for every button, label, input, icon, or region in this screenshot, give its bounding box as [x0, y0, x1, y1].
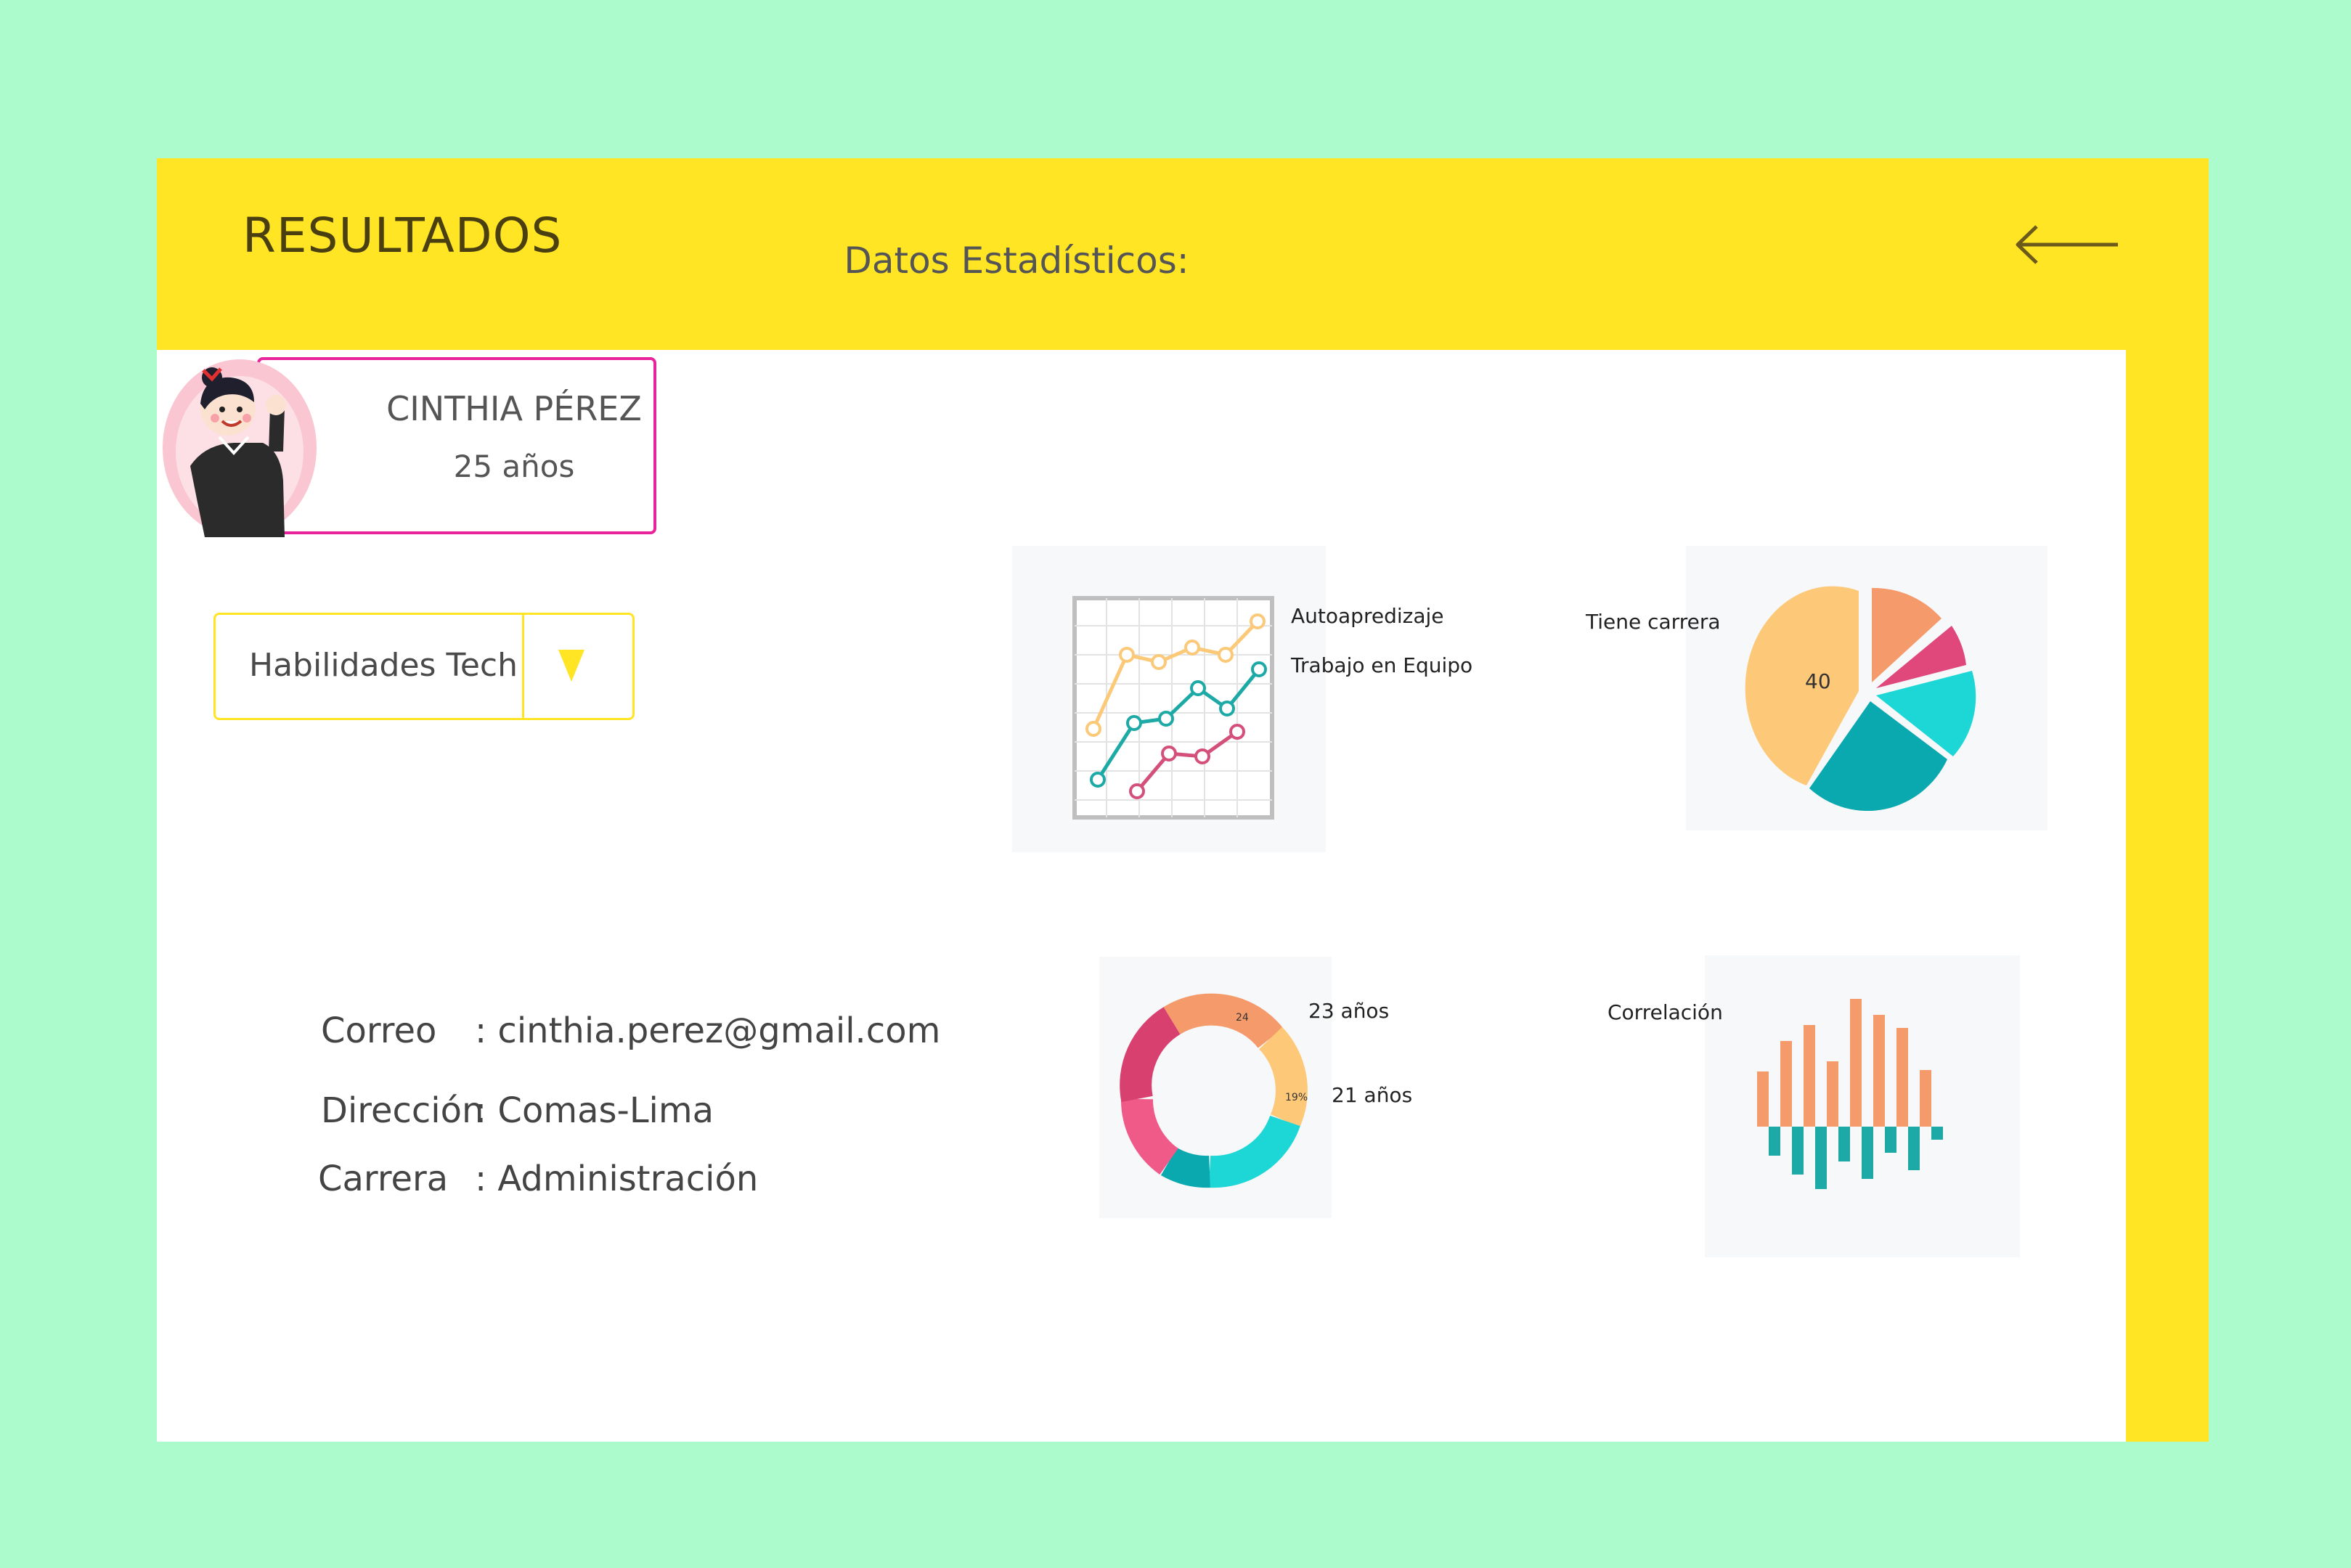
donut-chart-caption-1: 23 años — [1308, 999, 1390, 1023]
section-title: Datos Estadísticos: — [844, 240, 1189, 282]
skills-dropdown[interactable]: Habilidades Tech — [213, 613, 635, 720]
donut-slice-label-1: 24 — [1236, 1012, 1249, 1024]
email-label: Correo — [321, 1010, 437, 1051]
arrow-left-icon — [2016, 225, 2118, 264]
line-chart-image — [1012, 546, 1326, 852]
back-button[interactable] — [2012, 219, 2121, 270]
profile-name: CINTHIA PÉREZ — [386, 389, 642, 428]
profile-age: 25 años — [453, 449, 575, 484]
donut-slice-label-2: 19% — [1285, 1092, 1308, 1103]
donut-chart-image: 24 19% — [1099, 957, 1332, 1218]
email-value: : cinthia.perez@gmail.com — [475, 1010, 941, 1051]
pie-chart-icon: 40 — [1745, 586, 1976, 812]
address-label: Dirección — [321, 1090, 484, 1131]
line-chart-caption-2: Trabajo en Equipo — [1291, 653, 1473, 677]
donut-chart-icon: 24 19% — [1120, 993, 1308, 1188]
career-value: : Administración — [475, 1159, 759, 1199]
skills-dropdown-value: Habilidades Tech — [249, 647, 518, 684]
career-label: Carrera — [318, 1159, 449, 1199]
pie-chart-caption: Tiene carrera — [1586, 610, 1721, 634]
line-chart-icon — [1072, 596, 1274, 820]
donut-chart-caption-2: 21 años — [1332, 1083, 1413, 1107]
line-chart-caption-1: Autoapredizaje — [1291, 604, 1444, 628]
bars-chart-caption: Correlación — [1608, 1000, 1723, 1024]
page-title: RESULTADOS — [243, 208, 563, 264]
address-value: : Comas-Lima — [475, 1090, 714, 1131]
bars-chart-image — [1705, 955, 2020, 1257]
dropdown-divider — [522, 615, 524, 718]
bar-chart-icon — [1757, 999, 1943, 1189]
pie-chart-image: 40 — [1686, 546, 2048, 830]
pie-slice-label: 40 — [1805, 669, 1831, 693]
triangle-down-icon — [558, 650, 584, 682]
woman-avatar-icon — [163, 359, 317, 537]
avatar — [161, 357, 318, 539]
